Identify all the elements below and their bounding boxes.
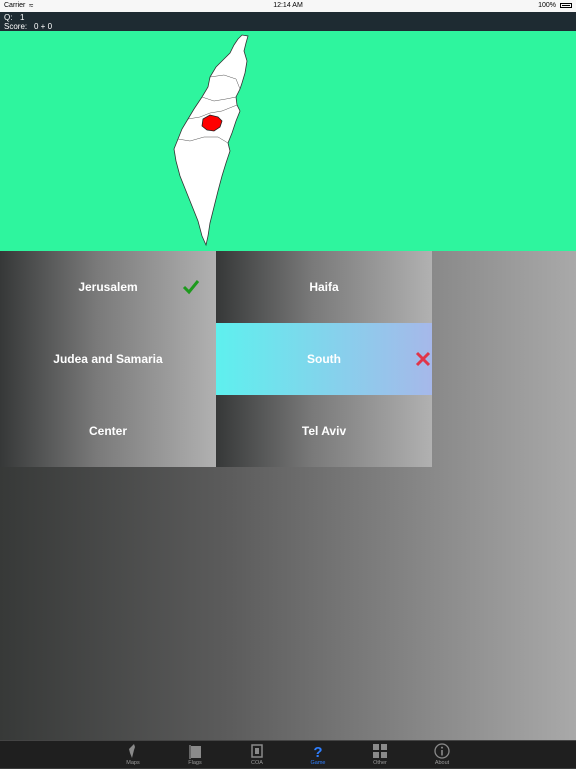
question-icon: ? (313, 744, 322, 759)
tab-other[interactable]: Other (360, 741, 400, 769)
tab-coa[interactable]: COA (237, 741, 277, 769)
tab-label: COA (251, 760, 263, 766)
israel-map (173, 34, 249, 247)
quiz-info-bar: Q: 1 Score: 0 + 0 (0, 12, 576, 31)
answer-label: Center (88, 424, 127, 438)
tab-about[interactable]: About (422, 741, 462, 769)
answer-label: Judea and Samaria (53, 352, 163, 366)
answer-judea-and-samaria[interactable]: Judea and Samaria (0, 323, 216, 395)
game-content: Jerusalem Haifa Judea and Samaria South … (0, 251, 576, 740)
svg-text:?: ? (313, 744, 322, 759)
tab-label: Other (373, 760, 387, 766)
question-label: Q: (4, 13, 13, 22)
answer-tel-aviv[interactable]: Tel Aviv (216, 395, 432, 467)
score-value: 0 + 0 (34, 22, 53, 31)
battery-percent: 100% (538, 2, 556, 9)
answer-label: South (307, 352, 341, 366)
tab-label: Game (310, 760, 326, 766)
tab-label: About (434, 760, 450, 766)
map-icon (129, 744, 135, 758)
grid-icon (373, 744, 387, 758)
answer-jerusalem[interactable]: Jerusalem (0, 251, 216, 323)
coat-of-arms-icon (251, 744, 263, 758)
tab-game[interactable]: ? Game (298, 741, 338, 769)
tab-label: Flags (188, 760, 202, 766)
question-number: 1 (20, 13, 25, 22)
flag-icon (189, 745, 201, 759)
tab-flags[interactable]: Flags (175, 741, 215, 769)
answer-label: Tel Aviv (301, 424, 347, 438)
status-bar: Carrier ≈ 12:14 AM 100% (0, 0, 576, 12)
tab-label: Maps (126, 760, 140, 766)
answer-south[interactable]: South (216, 323, 432, 395)
info-icon (434, 743, 450, 759)
answer-haifa[interactable]: Haifa (216, 251, 432, 323)
tab-bar: Maps Flags COA ? Game Other About (0, 740, 576, 768)
answer-label: Haifa (309, 280, 339, 294)
answer-center[interactable]: Center (0, 395, 216, 467)
tab-maps[interactable]: Maps (113, 741, 153, 769)
cross-icon (415, 351, 431, 367)
map-area (0, 31, 576, 251)
battery-icon (560, 3, 572, 8)
check-icon (182, 280, 200, 295)
score-label: Score: (4, 22, 28, 31)
clock: 12:14 AM (273, 2, 303, 9)
